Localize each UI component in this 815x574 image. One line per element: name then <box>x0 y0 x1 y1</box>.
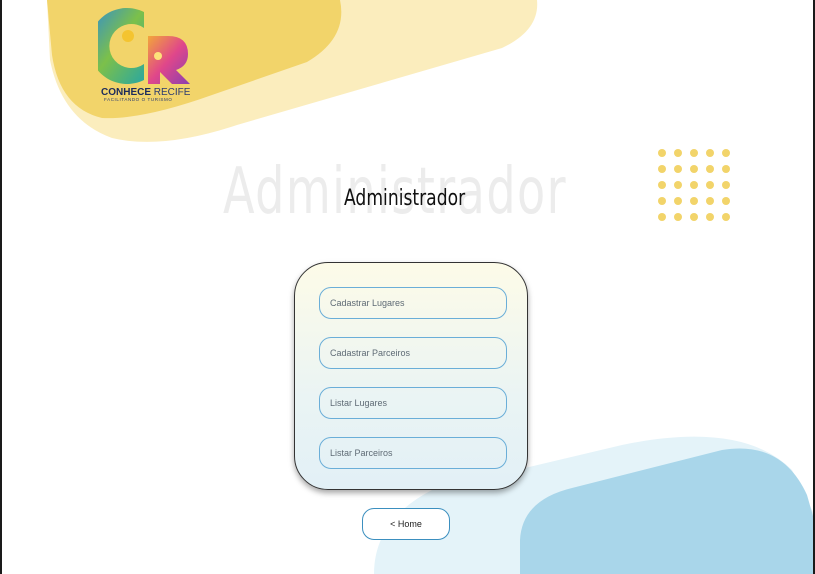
home-button[interactable]: < Home <box>362 508 450 540</box>
page-title: Administrador <box>344 186 466 211</box>
cadastrar-parceiros-button[interactable]: Cadastrar Parceiros <box>319 337 507 369</box>
dot-grid-decoration <box>658 149 730 221</box>
listar-parceiros-button[interactable]: Listar Parceiros <box>319 437 507 469</box>
admin-page: CONHECE RECIFE FACILITANDO O TURISMO Adm… <box>0 0 815 574</box>
listar-lugares-button[interactable]: Listar Lugares <box>319 387 507 419</box>
admin-menu-card: Cadastrar Lugares Cadastrar Parceiros Li… <box>294 262 528 490</box>
cadastrar-lugares-button[interactable]: Cadastrar Lugares <box>319 287 507 319</box>
brand-tagline: FACILITANDO O TURISMO <box>104 97 173 102</box>
